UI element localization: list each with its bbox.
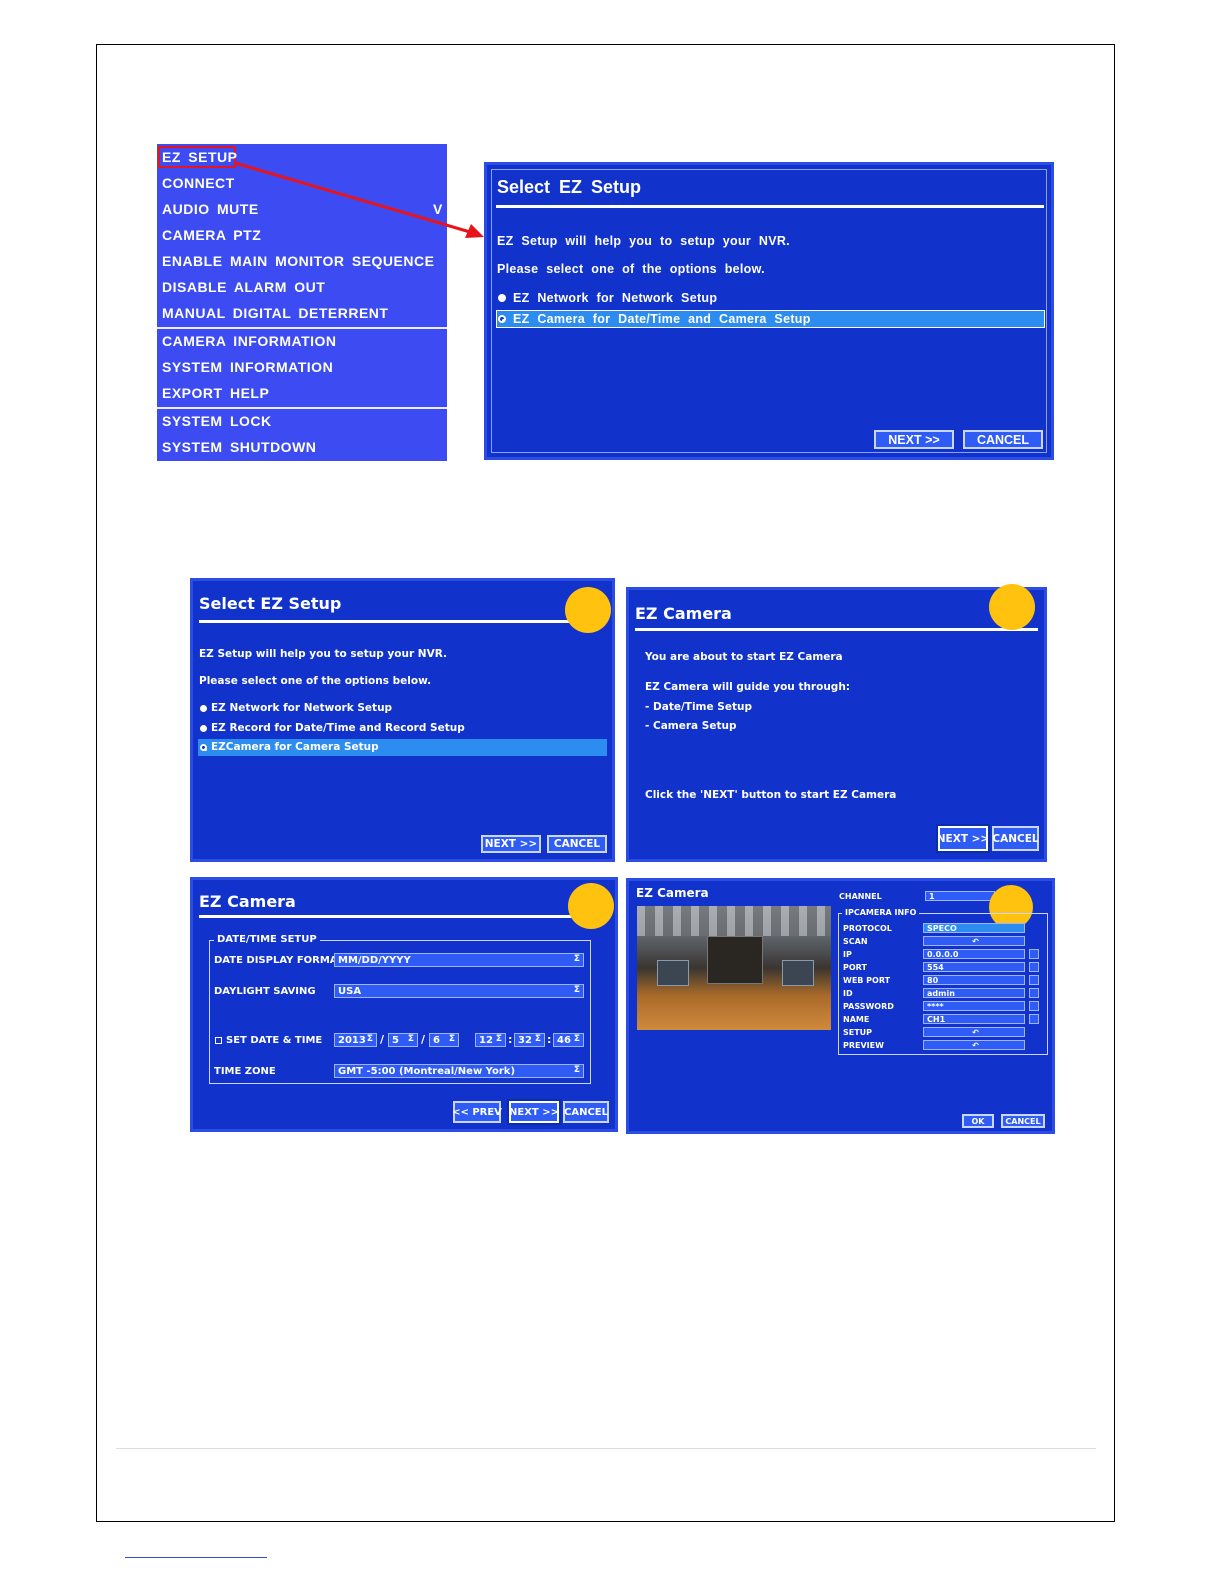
next-button[interactable]: NEXT >>	[874, 430, 954, 449]
step-marker	[565, 587, 611, 633]
timezone-label: TIME ZONE	[214, 1066, 276, 1077]
scan-button[interactable]: ↶	[923, 936, 1025, 946]
radio-unselected-icon[interactable]	[498, 294, 506, 302]
ez-camera-ipcamera-dialog: EZ Camera CHANNEL 1 IPCAMERA INFO PROTOC…	[626, 878, 1055, 1134]
password-field[interactable]: ****	[923, 1001, 1025, 1011]
intro-text: EZ Setup will help you to setup your NVR…	[497, 234, 790, 248]
title-rule	[199, 620, 606, 623]
ok-button[interactable]: OK	[962, 1114, 994, 1128]
date-format-select[interactable]: MM/DD/YYYY Σ	[334, 953, 584, 967]
camera-preview-image	[637, 906, 831, 1030]
year-spinner[interactable]: 2013 Σ	[334, 1033, 377, 1047]
title-rule	[635, 628, 1038, 631]
option-ez-camera[interactable]: EZ Camera for Date/Time and Camera Setup	[513, 312, 811, 326]
radio-unselected-icon[interactable]	[200, 725, 207, 732]
footer-rule	[116, 1448, 1096, 1449]
edit-icon[interactable]	[1029, 988, 1039, 998]
edit-icon[interactable]	[1029, 949, 1039, 959]
select-ez-setup-dialog-small: Select EZ Setup EZ Setup will help you t…	[190, 578, 615, 862]
group-legend: DATE/TIME SETUP	[214, 934, 320, 945]
id-field[interactable]: admin	[923, 988, 1025, 998]
radio-selected-icon[interactable]	[200, 744, 207, 751]
option-ez-network[interactable]: EZ Network for Network Setup	[513, 291, 717, 305]
option-ez-record[interactable]: EZ Record for Date/Time and Record Setup	[211, 722, 465, 734]
setup-label: SETUP	[843, 1028, 873, 1037]
port-label: PORT	[843, 963, 867, 972]
protocol-label: PROTOCOL	[843, 924, 892, 933]
second-spinner[interactable]: 46 Σ	[553, 1033, 584, 1047]
intro-text: EZ Setup will help you to setup your NVR…	[199, 648, 447, 660]
setup-button[interactable]: ↶	[923, 1027, 1025, 1037]
date-separator: /	[380, 1033, 385, 1046]
cancel-button[interactable]: CANCEL	[992, 826, 1039, 851]
step-marker	[568, 883, 614, 929]
name-field[interactable]: CH1	[923, 1014, 1025, 1024]
guide-text: EZ Camera will guide you through:	[645, 681, 850, 693]
hour-spinner[interactable]: 12 Σ	[475, 1033, 506, 1047]
channel-select[interactable]: 1	[925, 891, 995, 901]
set-date-checkbox[interactable]	[215, 1037, 222, 1044]
ez-camera-intro-dialog: EZ Camera You are about to start EZ Came…	[626, 584, 1047, 862]
date-format-label: DATE DISPLAY FORMAT	[214, 955, 344, 966]
set-date-label: SET DATE & TIME	[226, 1035, 323, 1046]
edit-icon[interactable]	[1029, 1001, 1039, 1011]
time-separator: :	[547, 1033, 552, 1046]
channel-label: CHANNEL	[839, 892, 882, 901]
dialog-title: EZ Camera	[636, 886, 709, 900]
footer-link-underline	[125, 1557, 267, 1558]
radio-unselected-icon[interactable]	[200, 705, 207, 712]
cancel-button[interactable]: CANCEL	[563, 1101, 609, 1123]
cancel-button[interactable]: CANCEL	[547, 835, 607, 853]
preview-button[interactable]: ↶	[923, 1040, 1025, 1050]
ez-camera-date-time-dialog: EZ Camera DATE/TIME SETUP DATE DISPLAY F…	[190, 877, 618, 1132]
day-spinner[interactable]: 6Σ	[429, 1033, 459, 1047]
dst-label: DAYLIGHT SAVING	[214, 986, 316, 997]
date-separator: /	[421, 1033, 426, 1046]
cancel-button[interactable]: CANCEL	[963, 430, 1043, 449]
month-spinner[interactable]: 5Σ	[388, 1033, 418, 1047]
id-label: ID	[843, 989, 853, 998]
port-field[interactable]: 554	[923, 962, 1025, 972]
instruction-text: Please select one of the options below.	[199, 675, 432, 687]
web-port-field[interactable]: 80	[923, 975, 1025, 985]
next-button[interactable]: NEXT >>	[507, 1099, 561, 1125]
minute-spinner[interactable]: 32 Σ	[514, 1033, 545, 1047]
next-button[interactable]: NEXT >>	[936, 824, 990, 853]
edit-icon[interactable]	[1029, 962, 1039, 972]
dialog-title: Select EZ Setup	[497, 177, 642, 197]
option-ez-camera[interactable]: EZCamera for Camera Setup	[211, 741, 379, 753]
time-separator: :	[508, 1033, 513, 1046]
select-ez-setup-dialog: Select EZ Setup EZ Setup will help you t…	[484, 162, 1054, 460]
dialog-title: Select EZ Setup	[199, 594, 342, 613]
title-rule	[199, 915, 609, 918]
instruction-text: Please select one of the options below.	[497, 262, 765, 276]
prev-button[interactable]: << PREV	[452, 1101, 502, 1123]
cancel-button[interactable]: CANCEL	[1001, 1114, 1045, 1128]
start-hint-text: Click the 'NEXT' button to start EZ Came…	[645, 789, 897, 801]
radio-selected-icon[interactable]	[498, 315, 506, 323]
next-button[interactable]: NEXT >>	[481, 835, 541, 853]
edit-icon[interactable]	[1029, 975, 1039, 985]
dialog-title: EZ Camera	[635, 604, 732, 623]
name-label: NAME	[843, 1015, 870, 1024]
step-camera-setup: - Camera Setup	[645, 720, 737, 732]
edit-icon[interactable]	[1029, 1014, 1039, 1024]
web-port-label: WEB PORT	[843, 976, 891, 985]
dst-select[interactable]: USA Σ	[334, 984, 584, 998]
group-legend: IPCAMERA INFO	[842, 908, 920, 917]
ip-label: IP	[843, 950, 852, 959]
title-rule	[496, 205, 1044, 208]
password-label: PASSWORD	[843, 1002, 894, 1011]
dialog-title: EZ Camera	[199, 892, 296, 911]
timezone-select[interactable]: GMT -5:00 (Montreal/New York) Σ	[334, 1064, 584, 1078]
protocol-select[interactable]: SPECO	[923, 923, 1025, 933]
ip-field[interactable]: 0.0.0.0	[923, 949, 1025, 959]
step-date-time: - Date/Time Setup	[645, 701, 752, 713]
preview-label: PREVIEW	[843, 1041, 884, 1050]
option-ez-network[interactable]: EZ Network for Network Setup	[211, 702, 392, 714]
scan-label: SCAN	[843, 937, 868, 946]
intro-text: You are about to start EZ Camera	[645, 651, 843, 663]
step-marker	[989, 584, 1035, 630]
